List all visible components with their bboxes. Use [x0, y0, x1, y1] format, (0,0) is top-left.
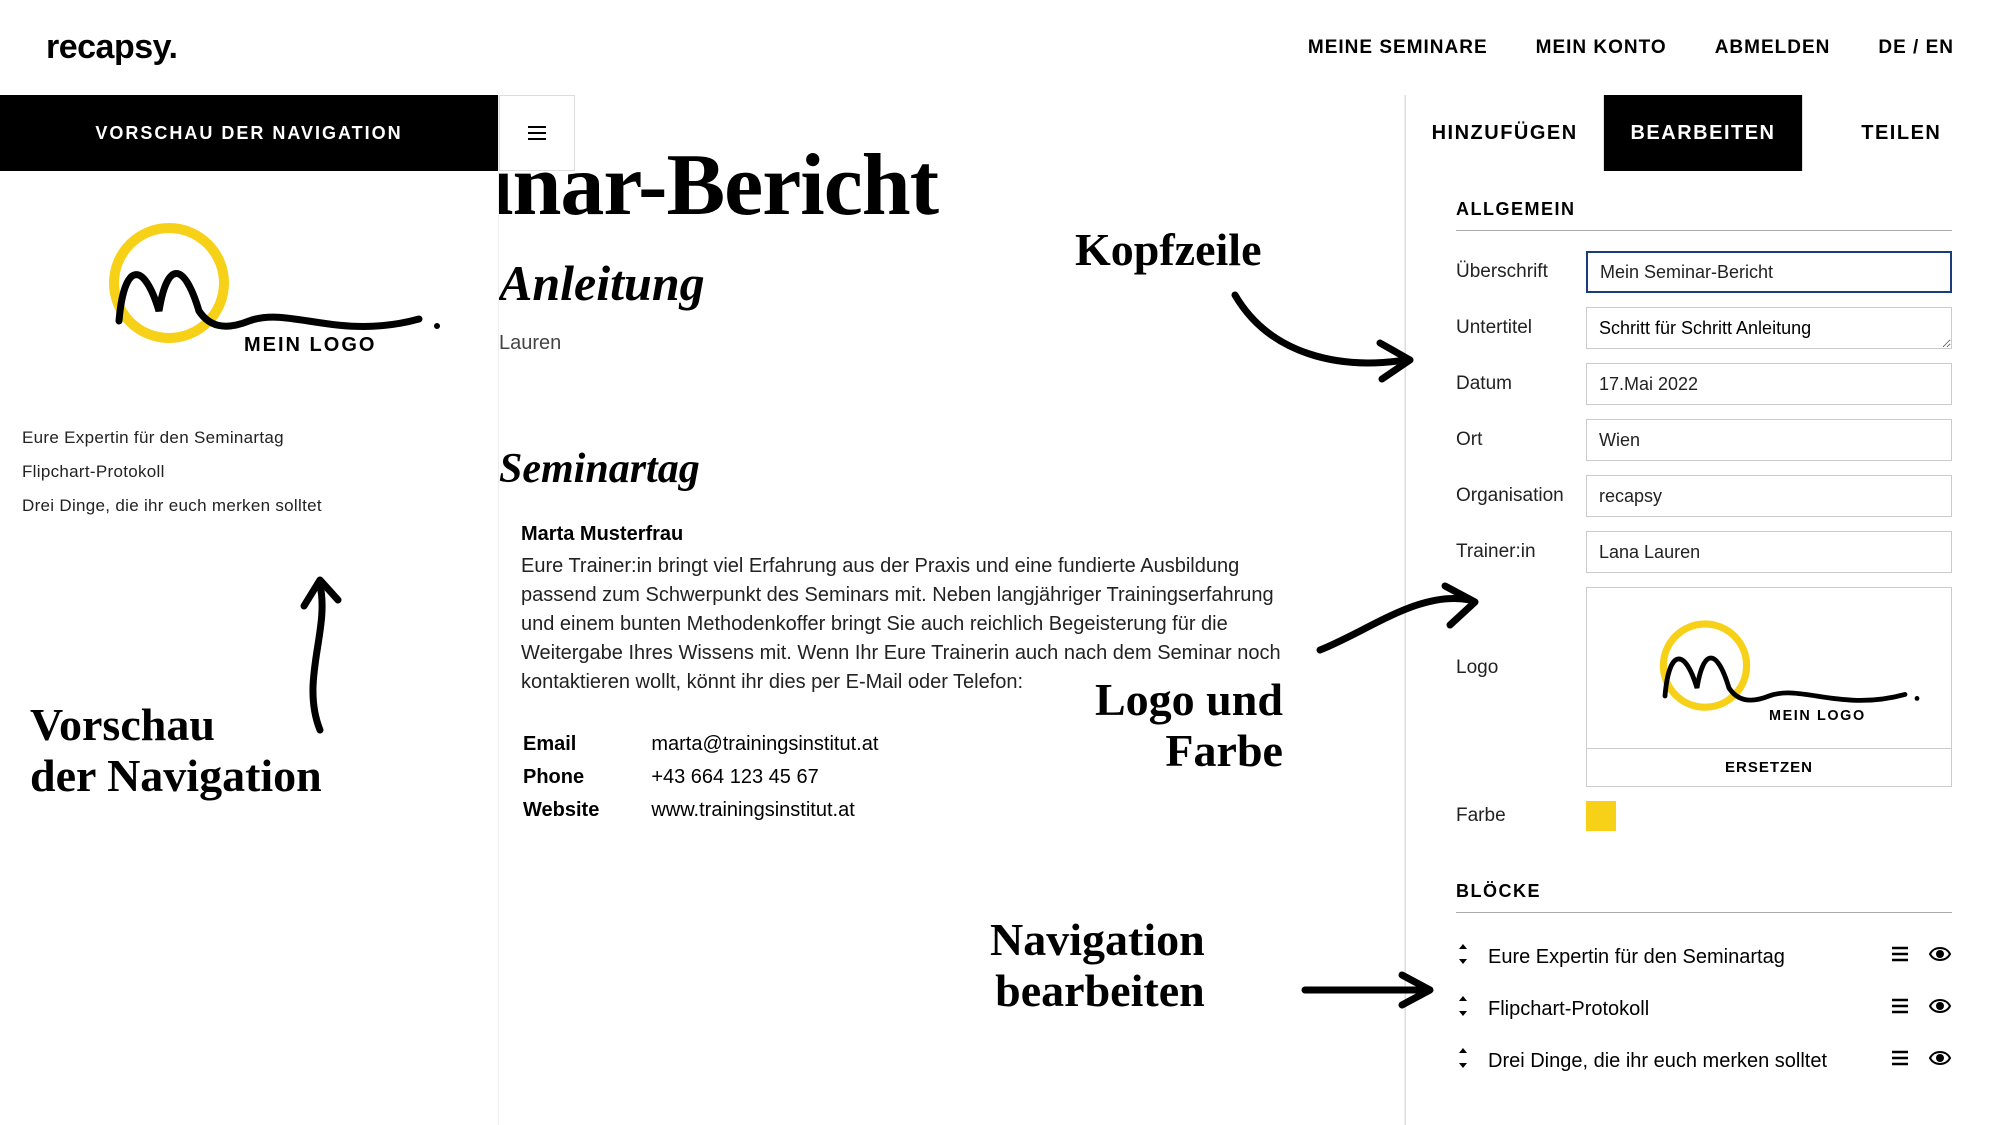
- org-input[interactable]: [1586, 475, 1952, 517]
- nav-preview-item[interactable]: Drei Dinge, die ihr euch merken solltet: [22, 489, 476, 523]
- nav-preview-list: Eure Expertin für den Seminartag Flipcha…: [22, 421, 476, 523]
- drag-handle-icon[interactable]: [1456, 1047, 1470, 1075]
- nav-my-account[interactable]: MEIN KONTO: [1536, 37, 1667, 59]
- label-headline: Überschrift: [1456, 261, 1586, 283]
- contact-label: Phone: [523, 762, 649, 793]
- contact-table: Emailmarta@trainingsinstitut.at Phone+43…: [521, 727, 930, 828]
- label-place: Ort: [1456, 429, 1586, 451]
- doc-body: Eure Trainer:in bringt viel Erfahrung au…: [521, 552, 1281, 697]
- tab-share[interactable]: TEILEN: [1802, 95, 2000, 171]
- block-label: Flipchart-Protokoll: [1488, 998, 1872, 1021]
- label-org: Organisation: [1456, 485, 1586, 507]
- document-preview: inar-Bericht Anleitung Lauren Seminartag…: [498, 95, 1405, 1125]
- top-nav: MEINE SEMINARE MEIN KONTO ABMELDEN DE / …: [1308, 37, 1954, 59]
- block-label: Eure Expertin für den Seminartag: [1488, 946, 1872, 969]
- app-logo: recapsy.: [46, 28, 177, 67]
- doc-title: inar-Bericht: [499, 135, 1405, 236]
- label-trainer: Trainer:in: [1456, 541, 1586, 563]
- list-icon[interactable]: [1890, 1049, 1910, 1073]
- nav-preview-item[interactable]: Flipchart-Protokoll: [22, 455, 476, 489]
- drag-handle-icon[interactable]: [1456, 995, 1470, 1023]
- hamburger-icon: [525, 121, 549, 145]
- user-logo-preview: MEIN LOGO: [49, 211, 449, 361]
- drag-handle-icon[interactable]: [1456, 943, 1470, 971]
- language-switch[interactable]: DE / EN: [1878, 37, 1954, 59]
- contact-value: marta@trainingsinstitut.at: [651, 729, 928, 760]
- label-color: Farbe: [1456, 805, 1586, 827]
- nav-preview-item[interactable]: Eure Expertin für den Seminartag: [22, 421, 476, 455]
- eye-icon[interactable]: [1928, 1049, 1952, 1073]
- hamburger-button[interactable]: [499, 95, 575, 171]
- logo-caption-path: MEIN LOGO: [244, 334, 376, 356]
- svg-text:MEIN LOGO: MEIN LOGO: [1769, 708, 1866, 724]
- doc-person: Marta Musterfrau: [521, 523, 1405, 546]
- block-row: Drei Dinge, die ihr euch merken solltet: [1456, 1035, 1952, 1087]
- editor-panel: HINZUFÜGEN BEARBEITEN TEILEN ALLGEMEIN Ü…: [1405, 95, 2000, 1125]
- doc-section-title: Seminartag: [499, 445, 1405, 493]
- section-general: ALLGEMEIN: [1456, 199, 1952, 231]
- block-row: Flipchart-Protokoll: [1456, 983, 1952, 1035]
- section-blocks: BLÖCKE: [1456, 881, 1952, 913]
- block-label: Drei Dinge, die ihr euch merken solltet: [1488, 1050, 1872, 1073]
- tab-add[interactable]: HINZUFÜGEN: [1406, 95, 1603, 171]
- date-input[interactable]: [1586, 363, 1952, 405]
- nav-preview-title: VORSCHAU DER NAVIGATION: [0, 95, 498, 171]
- logo-upload[interactable]: MEIN LOGO ERSETZEN: [1586, 587, 1952, 787]
- contact-value: www.trainingsinstitut.at: [651, 795, 928, 826]
- contact-value: +43 664 123 45 67: [651, 762, 928, 793]
- list-icon[interactable]: [1890, 997, 1910, 1021]
- nav-preview-sidebar: VORSCHAU DER NAVIGATION MEIN LOGO Eure E…: [0, 95, 498, 1125]
- top-bar: recapsy. MEINE SEMINARE MEIN KONTO ABMEL…: [0, 0, 2000, 95]
- nav-my-seminars[interactable]: MEINE SEMINARE: [1308, 37, 1488, 59]
- nav-logout[interactable]: ABMELDEN: [1715, 37, 1831, 59]
- label-logo: Logo: [1456, 587, 1586, 679]
- replace-logo-button[interactable]: ERSETZEN: [1587, 748, 1951, 786]
- doc-subtitle: Anleitung: [499, 254, 1405, 312]
- color-swatch[interactable]: [1586, 801, 1616, 831]
- eye-icon[interactable]: [1928, 997, 1952, 1021]
- contact-label: Email: [523, 729, 649, 760]
- contact-label: Website: [523, 795, 649, 826]
- block-row: Eure Expertin für den Seminartag: [1456, 931, 1952, 983]
- panel-tabs: HINZUFÜGEN BEARBEITEN TEILEN: [1406, 95, 2000, 171]
- place-input[interactable]: [1586, 419, 1952, 461]
- doc-author: Lauren: [499, 332, 1405, 355]
- subtitle-input[interactable]: Schritt für Schritt Anleitung: [1586, 307, 1952, 349]
- trainer-input[interactable]: [1586, 531, 1952, 573]
- label-date: Datum: [1456, 373, 1586, 395]
- label-subtitle: Untertitel: [1456, 317, 1586, 339]
- list-icon[interactable]: [1890, 945, 1910, 969]
- eye-icon[interactable]: [1928, 945, 1952, 969]
- tab-edit[interactable]: BEARBEITEN: [1603, 95, 1801, 171]
- headline-input[interactable]: [1586, 251, 1952, 293]
